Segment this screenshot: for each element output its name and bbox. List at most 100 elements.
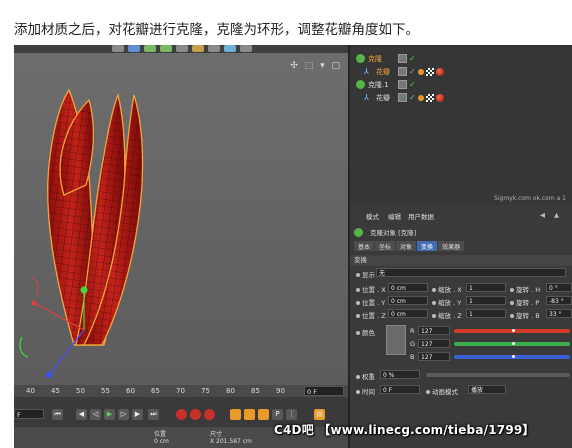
- pos-x-field[interactable]: 0 cm: [388, 283, 428, 292]
- timeline-ruler[interactable]: 40 45 50 55 60 65 70 75 80 85 90: [14, 385, 348, 397]
- object-label: 克隆: [368, 54, 382, 63]
- pla-key-button[interactable]: ⋮: [286, 409, 297, 420]
- prev-key-button[interactable]: ◀: [76, 409, 87, 420]
- weight-field[interactable]: 0 %: [380, 370, 420, 379]
- watermark-text: Sigmyk.com ok.com a 1: [494, 195, 566, 202]
- tick-label: 50: [76, 387, 85, 395]
- attribute-manager: Sigmyk.com ok.com a 1 模式 编辑 用户数据 ◀ ▲ 克隆对…: [348, 195, 572, 448]
- object-row[interactable]: ⅄ 花瓣: [364, 91, 390, 104]
- rot-b-field[interactable]: 33 °: [546, 309, 572, 318]
- section-transform: 变换: [350, 255, 572, 266]
- time-label: 时间: [356, 386, 375, 396]
- weight-slider[interactable]: [426, 373, 570, 377]
- arrow-up-icon[interactable]: ▲: [554, 211, 559, 219]
- visibility-icon: [398, 93, 407, 102]
- arrow-left-icon[interactable]: ◀: [540, 211, 545, 219]
- record-button[interactable]: [176, 409, 187, 420]
- tag-icon: [417, 68, 424, 75]
- rot-p-field[interactable]: -83 °: [546, 296, 572, 305]
- cinema4d-window: ✣ ⬚ ▾ ▢ 克隆 ✓ ⅄ 花瓣 ✓ 克隆.1 ✓ ⅄ 花瓣 ✓ Sigmyk…: [14, 45, 572, 448]
- object-tags: ✓: [398, 91, 444, 104]
- coord-size-value: X 201.587 cm: [210, 438, 252, 445]
- scale-z-field[interactable]: 1: [466, 309, 506, 318]
- tick-label: 40: [26, 387, 35, 395]
- scale-x-label: 缩放 . X: [432, 284, 462, 294]
- next-frame-button[interactable]: ▷: [118, 409, 129, 420]
- film-icon[interactable]: ▤: [314, 409, 325, 420]
- end-frame-field[interactable]: 0 F: [304, 386, 344, 396]
- scale-z-label: 缩放 . Z: [432, 310, 462, 320]
- tick-label: 45: [51, 387, 60, 395]
- channel-g-slider[interactable]: [454, 342, 570, 346]
- pos-y-field[interactable]: 0 cm: [388, 296, 428, 305]
- texture-tag-icon: [425, 67, 434, 76]
- object-manager: 克隆 ✓ ⅄ 花瓣 ✓ 克隆.1 ✓ ⅄ 花瓣 ✓: [348, 45, 572, 205]
- menu-mode[interactable]: 模式: [366, 211, 379, 221]
- pos-x-label: 位置 . X: [356, 284, 386, 294]
- prev-frame-button[interactable]: ◁: [90, 409, 101, 420]
- coord-size-label: 尺寸: [210, 431, 223, 438]
- scale-key-button[interactable]: [244, 409, 255, 420]
- display-select[interactable]: 无: [376, 268, 566, 277]
- tab-basic[interactable]: 基本: [354, 241, 375, 251]
- null-icon: ⅄: [364, 93, 369, 102]
- coord-position-value: 0 cm: [154, 438, 169, 445]
- channel-b-field[interactable]: 127: [418, 352, 450, 361]
- channel-r-field[interactable]: 127: [418, 326, 450, 335]
- rotate-key-button[interactable]: [258, 409, 269, 420]
- petal-group: [47, 88, 144, 346]
- tick-label: 80: [226, 387, 235, 395]
- object-row[interactable]: 克隆.1: [356, 78, 389, 91]
- start-frame-field[interactable]: F: [14, 409, 44, 419]
- cloner-icon: [356, 80, 365, 89]
- cloner-icon: [354, 227, 363, 237]
- object-tags: ✓: [398, 52, 416, 65]
- object-row[interactable]: ⅄ 花瓣: [364, 65, 390, 78]
- keyframe-selection-button[interactable]: [204, 409, 215, 420]
- go-end-button[interactable]: ⏭: [148, 409, 159, 420]
- tick-label: 55: [101, 387, 110, 395]
- flower-petals-model[interactable]: [14, 45, 348, 385]
- tab-effectors[interactable]: 效果器: [438, 241, 465, 251]
- go-start-button[interactable]: ⏮: [52, 409, 63, 420]
- scale-y-field[interactable]: 1: [466, 296, 506, 305]
- check-icon: ✓: [409, 80, 416, 89]
- rot-b-label: 旋转 . B: [510, 310, 540, 320]
- color-swatch[interactable]: [386, 325, 406, 355]
- object-row[interactable]: 克隆: [356, 52, 382, 65]
- object-tags: ✓: [398, 78, 416, 91]
- tab-coord[interactable]: 坐标: [375, 241, 396, 251]
- scale-x-field[interactable]: 1: [466, 283, 506, 292]
- visibility-icon: [398, 67, 407, 76]
- channel-g-label: G: [410, 340, 416, 348]
- channel-b-slider[interactable]: [454, 355, 570, 359]
- rot-h-field[interactable]: 0 °: [546, 283, 572, 292]
- tab-object[interactable]: 对象: [396, 241, 417, 251]
- play-button[interactable]: ▶: [104, 409, 115, 420]
- texture-tag-icon: [425, 93, 434, 102]
- menu-userdata[interactable]: 用户数据: [408, 211, 434, 221]
- pos-z-field[interactable]: 0 cm: [388, 309, 428, 318]
- tick-label: 60: [126, 387, 135, 395]
- move-key-button[interactable]: [230, 409, 241, 420]
- param-key-button[interactable]: P: [272, 409, 283, 420]
- channel-r-label: R: [410, 327, 415, 335]
- channel-g-field[interactable]: 127: [418, 339, 450, 348]
- material-icon: [435, 67, 444, 76]
- cloner-icon: [356, 54, 365, 63]
- menu-edit[interactable]: 编辑: [388, 211, 401, 221]
- anim-mode-select[interactable]: 播放: [468, 385, 506, 394]
- next-key-button[interactable]: ▶: [132, 409, 143, 420]
- rot-h-label: 旋转 . H: [510, 284, 540, 294]
- anim-mode-label: 动画模式: [426, 386, 458, 396]
- display-label: 显示: [356, 269, 375, 279]
- check-icon: ✓: [409, 93, 416, 102]
- viewport-3d[interactable]: ✣ ⬚ ▾ ▢: [14, 45, 348, 385]
- autokey-button[interactable]: [190, 409, 201, 420]
- pos-y-label: 位置 . Y: [356, 297, 385, 307]
- tab-transform[interactable]: 变换: [417, 241, 438, 251]
- time-field[interactable]: 0 F: [380, 385, 420, 394]
- channel-r-slider[interactable]: [454, 329, 570, 333]
- timeline: 40 45 50 55 60 65 70 75 80 85 90 0 F F ⏮…: [14, 385, 348, 448]
- tick-label: 85: [251, 387, 260, 395]
